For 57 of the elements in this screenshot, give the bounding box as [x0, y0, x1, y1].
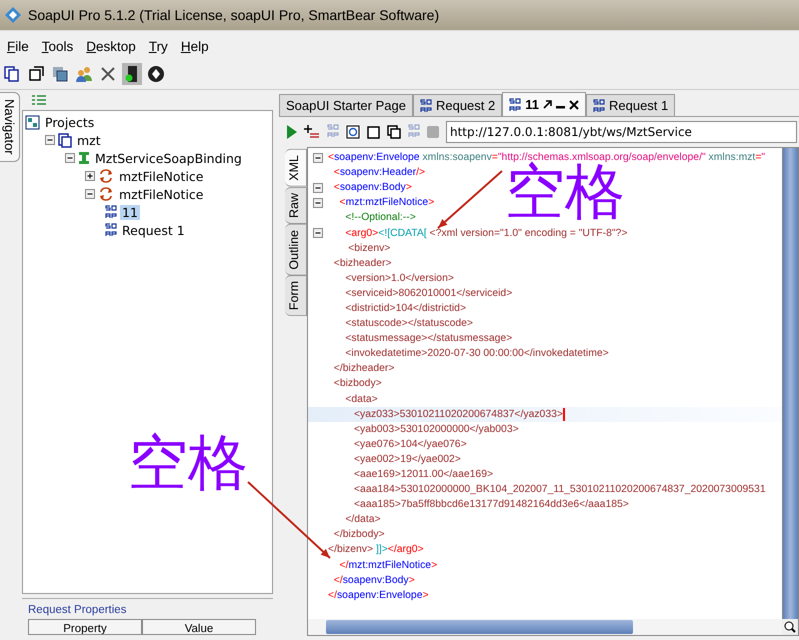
code-line: <mzt:mztFileNotice> [338, 197, 434, 208]
code-line: <aaa185>7ba5ff8bbcd6e13177d91482164dd3e6</aaa185> [352, 499, 629, 510]
view-tab[interactable]: Form [285, 275, 307, 316]
menu-item[interactable]: Tools [38, 38, 80, 54]
panel-title: Request Properties [28, 604, 128, 616]
editor-tab[interactable]: Request 1 [586, 94, 676, 116]
code-line: </bizheader> [332, 363, 394, 374]
window-title: SoapUI Pro 5.1.2 (Trial License, soapUI Pro, SmartBear Software) [28, 7, 440, 23]
tree-item[interactable]: mzt [75, 132, 103, 148]
navigator-tab[interactable]: Navigator [0, 92, 20, 162]
code-line: <statusmessage></statusmessage> [344, 333, 512, 344]
code-line: <invokedatetime>2020-07-30 00:00:00</invokedatetime> [344, 348, 609, 360]
editor-tab[interactable]: 11 [502, 92, 586, 116]
code-line: </data> [344, 514, 381, 526]
editor-tab[interactable]: Request 2 [412, 94, 502, 116]
menu-item[interactable]: Desktop [83, 38, 142, 54]
code-line: <soapenv:Header/> [332, 167, 426, 178]
code-line: <aae169>12011.00</aae169> [352, 469, 494, 480]
code-line: <bizenv> [347, 242, 390, 254]
menu-item[interactable]: Help [178, 38, 215, 54]
code-line: <yaz033>53010211020200674837</yaz033> [352, 408, 563, 420]
code-line: </bizenv> ]]></arg0> [328, 544, 424, 556]
tree-item[interactable]: Projects [43, 114, 96, 130]
code-line: </mzt:mztFileNotice> [338, 560, 438, 571]
code-line: <districtid>104</districtid> [344, 302, 466, 314]
code-line: <bizheader> [332, 258, 392, 269]
code-line: <data> [344, 394, 378, 405]
tree-item[interactable]: Request 1 [120, 222, 187, 238]
code-line: <soapenv:Envelope xmlns:soapenv="http://schemas.xmlsoap.org/soap/envelope/" xmlns:mzt=" [328, 152, 766, 164]
tree-item[interactable]: mztFileNotice [117, 186, 206, 202]
code-line: <bizbody> [332, 378, 382, 390]
code-line: </bizbody> [332, 529, 385, 540]
tree-item[interactable]: MztServiceSoapBinding [93, 150, 244, 166]
tree-item[interactable]: 11 [120, 204, 140, 220]
code-line: <yae076>104</yae076> [352, 438, 467, 450]
endpoint-field[interactable]: http://127.0.0.1:8081/ybt/ws/MztService [446, 121, 797, 143]
code-line: <!--Optional:--> [344, 212, 416, 224]
annotation-text: 空格 [505, 162, 625, 222]
column-header: Value [142, 619, 256, 635]
code-line: <yae002>19</yae002> [352, 454, 461, 465]
code-line: <serviceid>8062010001</serviceid> [344, 288, 512, 299]
code-line: <statuscode></statuscode> [344, 318, 473, 330]
view-tab[interactable]: Raw [285, 186, 307, 224]
code-line: <version>1.0</version> [344, 272, 454, 284]
code-line: <arg0><![CDATA[ <?xml version="1.0" encoding = "UTF-8"?> [344, 228, 628, 239]
editor-tab[interactable]: SoapUI Starter Page [279, 94, 413, 116]
menu-item[interactable]: File [4, 38, 35, 54]
tree-item[interactable]: mztFileNotice [117, 168, 206, 184]
menu-item[interactable]: Try [146, 38, 174, 54]
annotation-text: 空格 [128, 433, 248, 493]
code-line: <aaa184>530102000000_BK104_202007_11_53010211020200674837_2020073009531 [352, 484, 766, 496]
view-tab[interactable]: XML [285, 149, 307, 187]
view-tab[interactable]: Outline [285, 224, 307, 276]
code-line: <yab003>530102000000</yab003> [352, 424, 519, 435]
code-line: </soapenv:Body> [332, 574, 415, 586]
code-line: </soapenv:Envelope> [328, 590, 429, 601]
code-line: <soapenv:Body> [332, 182, 412, 194]
